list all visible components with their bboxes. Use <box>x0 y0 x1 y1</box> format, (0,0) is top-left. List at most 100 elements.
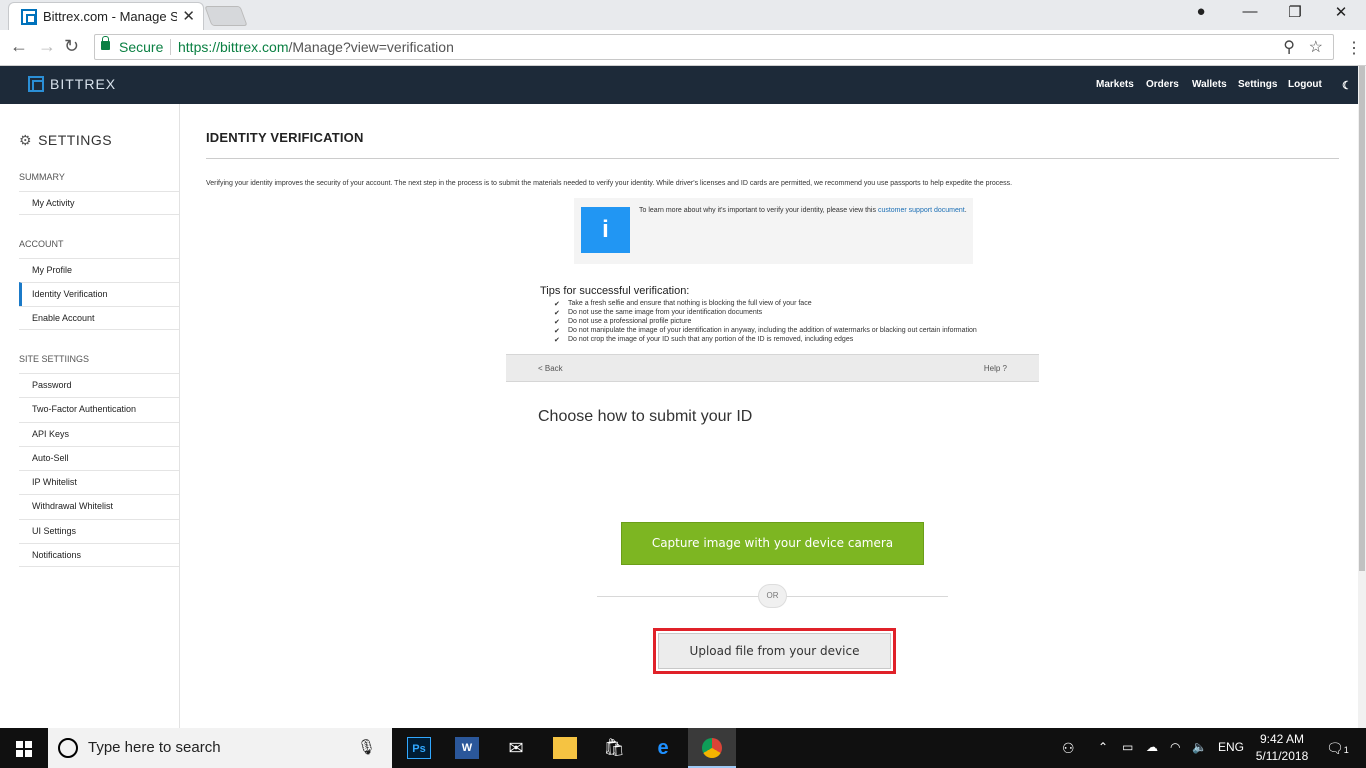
store-icon[interactable]: 🛍 <box>590 728 638 768</box>
address-bar[interactable]: Secure https://bittrex.com/Manage?view=v… <box>94 34 1334 60</box>
url-host: https://bittrex.com <box>178 39 289 55</box>
tip-item: Do not use the same image from your iden… <box>540 308 1000 318</box>
sidebar-item-my-profile[interactable]: My Profile <box>19 258 179 282</box>
windows-logo-pane <box>25 741 32 748</box>
start-button[interactable] <box>0 728 48 768</box>
chevron-up-icon[interactable]: ⌃ <box>1098 740 1108 754</box>
nav-markets[interactable]: Markets <box>1096 79 1134 90</box>
tips-list: Take a fresh selfie and ensure that noth… <box>540 299 1000 345</box>
tips-header: Tips for successful verification: <box>540 285 690 297</box>
clock-date: 5/11/2018 <box>1255 749 1309 763</box>
reload-icon[interactable]: ↻ <box>64 36 79 57</box>
info-icon: i <box>581 207 630 253</box>
tab-strip <box>0 0 1366 30</box>
address-separator <box>170 39 171 55</box>
night-mode-icon[interactable]: ☾ <box>1342 79 1352 92</box>
sidebar-item-my-activity[interactable]: My Activity <box>19 191 179 215</box>
clock-time: 9:42 AM <box>1259 732 1305 746</box>
title-divider <box>206 158 1339 159</box>
edge-icon[interactable]: e <box>639 728 687 768</box>
system-clock[interactable]: 9:42 AM 5/11/2018 <box>1244 731 1320 765</box>
gear-icon: ⚙ <box>19 132 33 148</box>
nav-wallets[interactable]: Wallets <box>1192 79 1227 90</box>
upload-file-button[interactable]: Upload file from your device <box>658 633 891 669</box>
tab-title: Bittrex.com - Manage Set <box>43 9 177 24</box>
sidebar-item-two-factor[interactable]: Two-Factor Authentication <box>19 397 179 421</box>
new-tab-button[interactable] <box>204 6 248 26</box>
bittrex-logo-icon <box>28 76 44 92</box>
sidebar-section-summary: SUMMARY <box>19 172 65 182</box>
customer-support-link[interactable]: customer support document <box>878 207 965 214</box>
nav-logout[interactable]: Logout <box>1288 79 1322 90</box>
capture-camera-button[interactable]: Capture image with your device camera <box>621 522 924 565</box>
sidebar-item-api-keys[interactable]: API Keys <box>19 422 179 446</box>
restore-icon[interactable]: ❐ <box>1280 3 1310 21</box>
browser-tab[interactable]: Bittrex.com - Manage Set ✕ <box>8 2 204 30</box>
nav-settings[interactable]: Settings <box>1238 79 1277 90</box>
profile-icon[interactable]: ● <box>1186 3 1216 20</box>
menu-icon[interactable]: ⋮ <box>1346 38 1362 58</box>
windows-logo-icon <box>16 741 23 748</box>
info-body: To learn more about why it's important t… <box>639 207 878 214</box>
nav-orders[interactable]: Orders <box>1146 79 1179 90</box>
settings-sidebar: ⚙ SETTINGS SUMMARY My Activity ACCOUNT My… <box>0 104 180 728</box>
taskbar-search[interactable]: Type here to search 🎙 <box>48 728 392 768</box>
page-scrollbar[interactable] <box>1358 66 1366 728</box>
choose-heading: Choose how to submit your ID <box>538 408 753 425</box>
help-link[interactable]: Help ? <box>984 364 1007 373</box>
chrome-logo <box>702 738 722 759</box>
microphone-icon[interactable]: 🎙 <box>357 738 376 756</box>
minimize-icon[interactable]: — <box>1235 3 1265 20</box>
wifi-icon[interactable]: ◠ <box>1170 740 1180 754</box>
bittrex-favicon-icon <box>21 9 37 25</box>
search-placeholder: Type here to search <box>88 739 221 756</box>
back-link[interactable]: < Back <box>538 364 563 373</box>
photoshop-label: Ps <box>407 737 431 760</box>
word-label: W <box>455 737 479 760</box>
people-icon[interactable]: ⚇ <box>1062 740 1075 757</box>
volume-icon[interactable]: 🔈 <box>1192 740 1207 754</box>
file-explorer-icon[interactable] <box>541 728 589 768</box>
sidebar-item-ui-settings[interactable]: UI Settings <box>19 519 179 543</box>
sidebar-header: ⚙ SETTINGS <box>19 132 112 149</box>
onedrive-icon[interactable]: ☁ <box>1146 740 1158 754</box>
sidebar-item-identity-verification[interactable]: Identity Verification <box>19 282 179 306</box>
forward-icon[interactable]: → <box>38 36 56 57</box>
notification-count: 1 <box>1343 745 1349 755</box>
notification-center-icon[interactable]: 🗨1 <box>1326 740 1349 757</box>
bookmark-star-icon[interactable]: ☆ <box>1309 37 1323 57</box>
sidebar-item-notifications[interactable]: Notifications <box>19 543 179 567</box>
sidebar-item-withdrawal-whitelist[interactable]: Withdrawal Whitelist <box>19 494 179 518</box>
sidebar-item-password[interactable]: Password <box>19 373 179 397</box>
sidebar-section-account: ACCOUNT <box>19 239 64 249</box>
scrollbar-thumb[interactable] <box>1359 66 1365 571</box>
photoshop-icon[interactable]: Ps <box>395 728 443 768</box>
zoom-icon[interactable]: ⚲ <box>1283 37 1295 57</box>
info-text: To learn more about why it's important t… <box>639 206 969 215</box>
battery-icon[interactable]: ▭ <box>1122 740 1133 754</box>
lock-icon <box>101 36 110 50</box>
secure-label: Secure <box>119 39 164 55</box>
chrome-icon[interactable] <box>688 728 736 768</box>
page-title: IDENTITY VERIFICATION <box>206 130 364 145</box>
sidebar-item-enable-account[interactable]: Enable Account <box>19 306 179 330</box>
language-indicator[interactable]: ENG <box>1218 740 1244 754</box>
back-icon[interactable]: ← <box>10 36 28 57</box>
tab-close-icon[interactable]: ✕ <box>182 7 195 25</box>
folder-shape <box>553 737 577 760</box>
brand-name: BITTREX <box>50 76 117 92</box>
url-text[interactable]: https://bittrex.com/Manage?view=verifica… <box>178 39 454 55</box>
cortana-icon <box>58 738 78 758</box>
sidebar-item-ip-whitelist[interactable]: IP Whitelist <box>19 470 179 494</box>
tip-item: Do not crop the image of your ID such th… <box>540 335 1000 345</box>
windows-logo-pane <box>16 750 23 757</box>
window-close-icon[interactable]: ✕ <box>1326 3 1356 21</box>
info-period: . <box>964 207 967 214</box>
tip-item: Take a fresh selfie and ensure that noth… <box>540 299 1000 309</box>
word-icon[interactable]: W <box>443 728 491 768</box>
mail-icon[interactable]: ✉ <box>492 728 540 768</box>
sidebar-title: SETTINGS <box>38 132 113 148</box>
sidebar-item-auto-sell[interactable]: Auto-Sell <box>19 446 179 470</box>
tip-item: Do not manipulate the image of your iden… <box>540 326 1000 336</box>
sidebar-section-site-settings: SITE SETTIINGS <box>19 354 90 364</box>
